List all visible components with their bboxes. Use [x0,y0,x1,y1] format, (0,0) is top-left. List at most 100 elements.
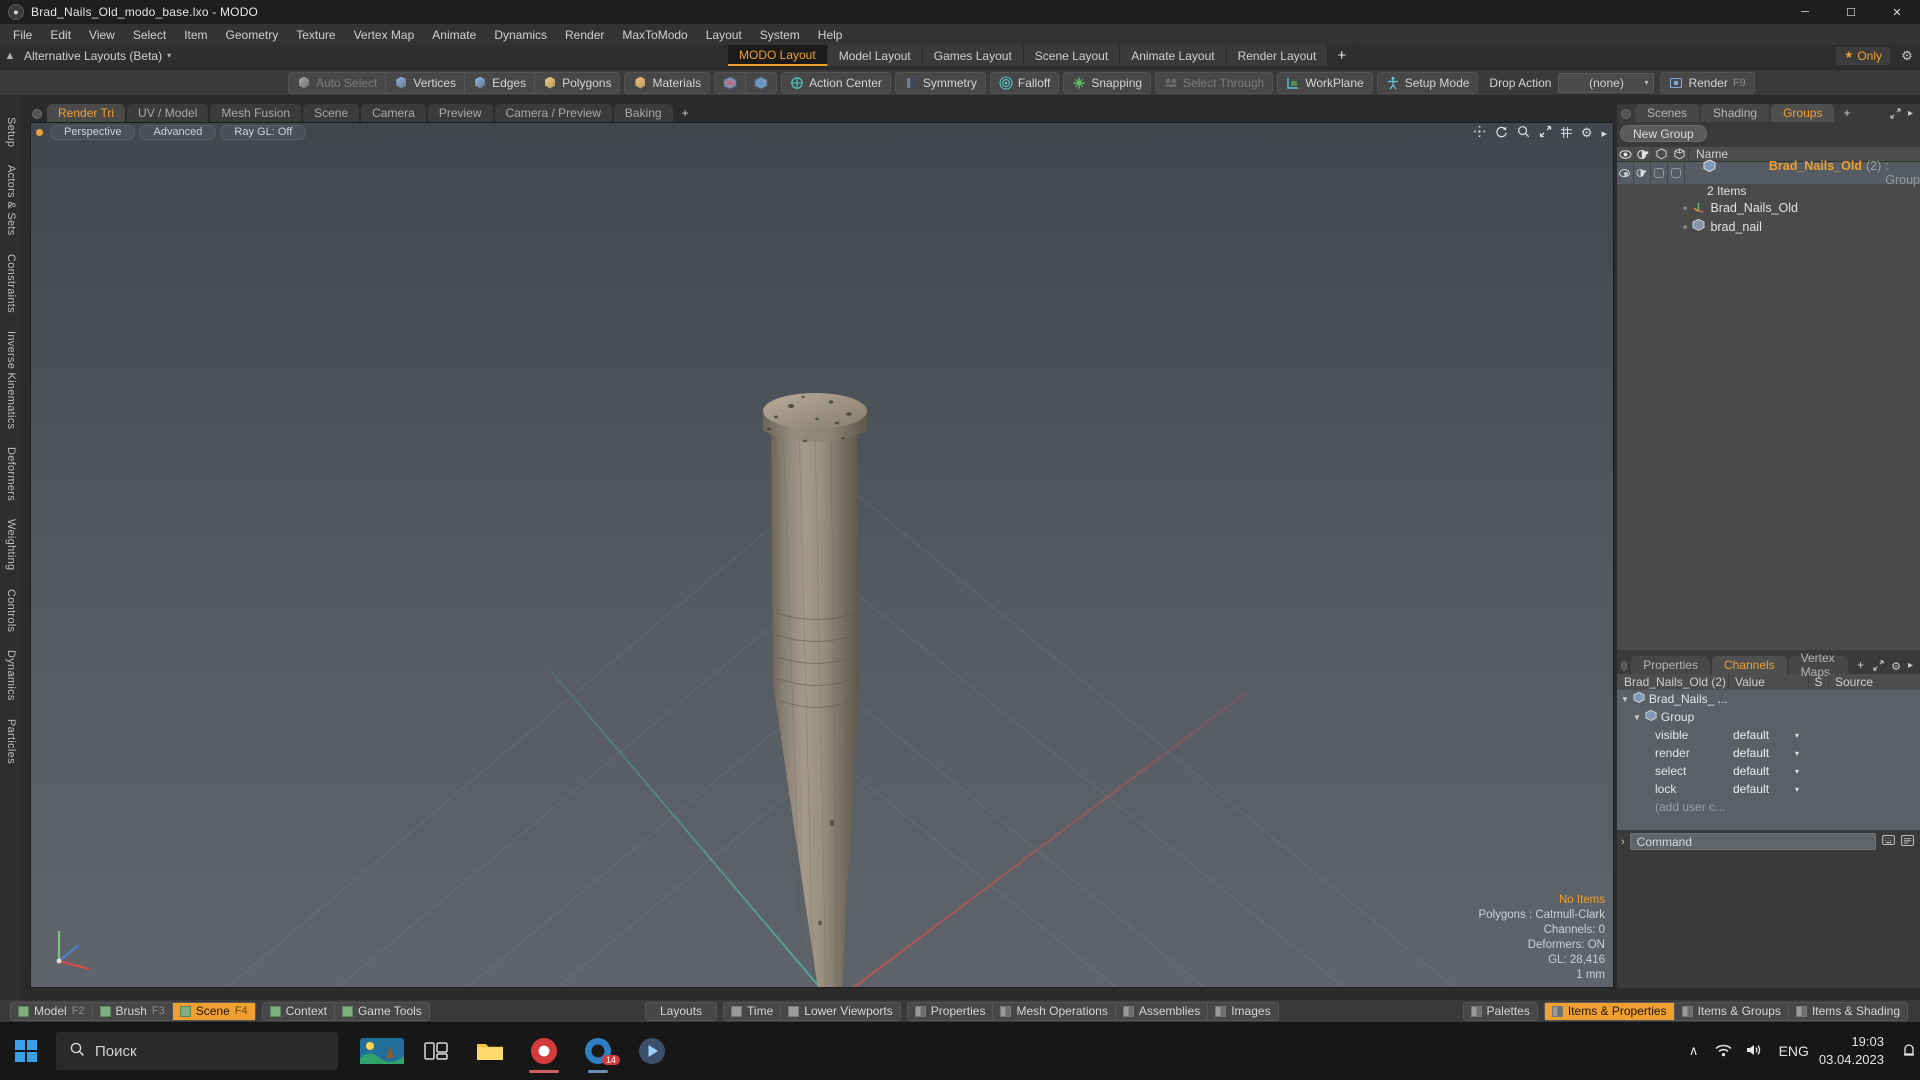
bottom-context-button[interactable]: Context [263,1003,334,1020]
list-item[interactable]: ▪ brad_nail [1617,217,1920,236]
setup-mode-button[interactable]: Setup Mode [1378,73,1478,93]
channels-table-body[interactable]: ▼ Brad_Nails_ ... ▼ Group visible defaul… [1617,690,1920,830]
vtab-weighting[interactable]: Weighting [5,510,17,579]
row-lock-a-toggle[interactable] [1651,162,1668,184]
menu-vertex-map[interactable]: Vertex Map [345,24,424,45]
channel-value-select[interactable]: default ▾ [1729,764,1809,778]
bottom-model-button[interactable]: Model F2 [11,1003,92,1020]
bottom-mesh-operations-button[interactable]: Mesh Operations [992,1002,1114,1020]
clock[interactable]: 19:03 03.04.2023 [1819,1033,1898,1069]
bottom-game-tools-button[interactable]: Game Tools [333,1002,429,1020]
bottom-items-groups-button[interactable]: Items & Groups [1673,1002,1788,1020]
vtab-deformers[interactable]: Deformers [5,438,17,510]
tab-model-layout[interactable]: Model Layout [827,45,923,66]
column-render-icon[interactable] [1635,146,1653,162]
auto-select-button[interactable]: Auto Select [289,73,385,93]
menu-file[interactable]: File [4,24,41,45]
tab-shading[interactable]: Shading [1701,104,1770,122]
add-channels-tab-button[interactable]: + [1850,656,1871,674]
table-row[interactable]: select default ▾ [1617,762,1920,780]
materials-button[interactable]: Materials [625,73,709,93]
table-row[interactable]: visible default ▾ [1617,726,1920,744]
menu-maxtomodo[interactable]: MaxToModo [613,24,696,45]
bottom-time-button[interactable]: Time [724,1003,780,1020]
history-icon[interactable] [1900,834,1914,849]
vtab-actors-sets[interactable]: Actors & Sets [5,156,17,245]
channel-value-select[interactable]: default ▾ [1729,782,1809,796]
add-groups-tab-button[interactable]: + [1836,104,1857,122]
tab-properties[interactable]: Properties [1631,656,1710,674]
gear-icon[interactable]: ⚙ [1894,48,1920,64]
menu-edit[interactable]: Edit [41,24,80,45]
menu-view[interactable]: View [80,24,124,45]
chevron-down-icon[interactable]: ▾ [167,51,171,60]
items-list-body[interactable]: Brad_Nails_Old (2) : Group 2 Items ▪ Bra… [1617,159,1920,650]
viewport-tab-uv-model[interactable]: UV / Model [127,104,209,122]
add-user-channel-row[interactable]: (add user c... [1617,798,1920,816]
keyboard-icon[interactable] [1881,835,1895,848]
tab-scene-layout[interactable]: Scene Layout [1023,45,1121,66]
menu-item[interactable]: Item [175,24,216,45]
notification-icon[interactable] [1898,1022,1920,1080]
vtab-setup[interactable]: Setup [5,108,17,156]
groups-panel-dot-icon[interactable] [1621,109,1631,119]
bottom-images-button[interactable]: Images [1207,1002,1277,1020]
column-lock-a-icon[interactable] [1653,146,1671,162]
maximize-button[interactable]: ☐ [1828,0,1874,24]
menu-geometry[interactable]: Geometry [217,24,288,45]
task-view-button[interactable] [412,1027,460,1075]
tray-chevron-icon[interactable]: ∧ [1679,1043,1709,1059]
row-visible-toggle[interactable] [1617,162,1634,184]
alt-layout-label[interactable]: Alternative Layouts (Beta) [20,49,162,63]
column-visible-icon[interactable] [1617,146,1635,162]
viewport-tab-camera-preview[interactable]: Camera / Preview [494,104,612,122]
drop-action-select[interactable]: (none) ▾ [1558,72,1655,93]
row-lock-b-toggle[interactable] [1668,162,1685,184]
volume-icon[interactable] [1739,1043,1769,1060]
vtab-controls[interactable]: Controls [5,580,17,641]
bottom-assemblies-button[interactable]: Assemblies [1114,1002,1207,1020]
menu-render[interactable]: Render [556,24,613,45]
select-through-button[interactable]: Select Through [1156,73,1272,93]
symmetry-button[interactable]: Symmetry [896,73,985,93]
viewport-tab-baking[interactable]: Baking [613,104,673,122]
viewport-tab-scene[interactable]: Scene [303,104,360,122]
viewport-tab-dot-icon[interactable] [32,109,42,119]
menu-help[interactable]: Help [809,24,852,45]
group-item-name[interactable]: Brad_Nails_Old (2) : Group [1685,159,1920,187]
media-app-button[interactable] [628,1027,676,1075]
menu-dynamics[interactable]: Dynamics [485,24,556,45]
table-row[interactable]: ▼ Group [1617,708,1920,726]
axis-alt-button[interactable] [745,72,776,93]
tab-animate-layout[interactable]: Animate Layout [1120,45,1227,66]
recorder-app-button[interactable] [520,1027,568,1075]
minimize-button[interactable]: ─ [1782,0,1828,24]
bottom-lower-viewports-button[interactable]: Lower Viewports [780,1002,900,1020]
tab-games-layout[interactable]: Games Layout [922,45,1024,66]
gear-icon[interactable]: ⚙ [1891,660,1901,674]
render-button[interactable]: Render F9 [1661,73,1753,93]
menu-animate[interactable]: Animate [423,24,485,45]
tab-render-layout[interactable]: Render Layout [1226,45,1329,66]
channel-value-select[interactable]: default ▾ [1729,746,1809,760]
channels-panel-dot-icon[interactable] [1621,661,1628,671]
modo-app-button[interactable]: 14 [574,1027,622,1075]
row-render-toggle[interactable] [1634,162,1651,184]
search-input[interactable]: Поиск [56,1032,338,1070]
bottom-properties-button[interactable]: Properties [908,1003,993,1020]
command-input[interactable]: Command [1629,833,1876,850]
viewport-tab-preview[interactable]: Preview [427,104,493,122]
bottom-items-shading-button[interactable]: Items & Shading [1787,1002,1907,1020]
edges-button[interactable]: Edges [464,72,534,93]
table-row[interactable]: lock default ▾ [1617,780,1920,798]
close-button[interactable]: ✕ [1874,0,1920,24]
polygons-button[interactable]: Polygons [534,72,619,93]
chevron-right-icon[interactable]: ▸ [1908,660,1913,674]
snapping-button[interactable]: Snapping [1064,73,1150,93]
bottom-layouts-button[interactable]: Layouts [646,1003,716,1020]
viewport-tab-camera[interactable]: Camera [361,104,426,122]
bottom-palettes-button[interactable]: Palettes [1464,1003,1537,1020]
expand-icon[interactable] [1873,660,1884,674]
expander-icon[interactable]: ▼ [1621,695,1629,704]
expander-icon[interactable]: ▼ [1633,713,1641,722]
